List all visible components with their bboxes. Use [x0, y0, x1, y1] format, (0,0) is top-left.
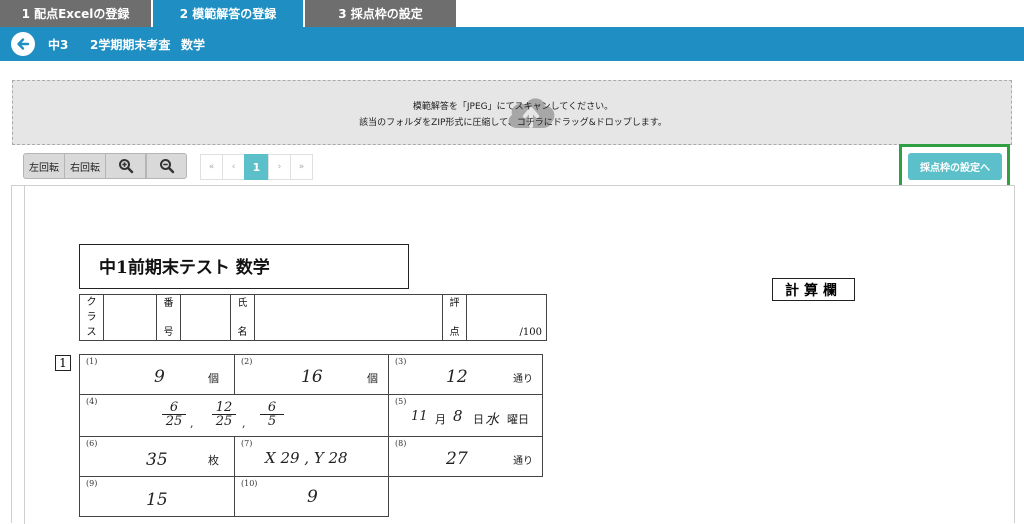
- answer-cell-3-number: (3): [395, 357, 407, 366]
- answer-5-weekday: 水: [485, 412, 499, 428]
- step-tab-model-answer[interactable]: 2 模範解答の登録: [153, 0, 303, 27]
- arrow-left-icon: [17, 38, 30, 50]
- zoom-out-icon: [159, 159, 174, 174]
- answer-4-fraction-1: 6 25: [162, 401, 186, 428]
- answer-cell-6-number: (6): [86, 439, 98, 448]
- answer-cell-9: (9) 15: [79, 476, 235, 517]
- answer-cell-5-number: (5): [395, 397, 407, 406]
- back-button[interactable]: [11, 32, 35, 56]
- name-label: 氏名: [230, 294, 255, 341]
- answer-cell-8: (8) 27 通り: [388, 436, 543, 477]
- student-info-table: クラス 番号 氏名 評点 /100: [79, 294, 547, 341]
- zoom-in-icon: [118, 159, 133, 174]
- file-drop-zone[interactable]: 模範解答を「JPEG」にてスキャンしてください。 該当のフォルダをZIP形式に圧…: [12, 80, 1012, 145]
- answer-5-month-unit: 月: [435, 413, 446, 426]
- answer-10-value: 9: [307, 487, 318, 507]
- answer-cell-6: (6) 35 枚: [79, 436, 235, 477]
- answer-6-value: 35: [146, 450, 168, 470]
- answer-cell-9-number: (9): [86, 479, 98, 488]
- name-field: [254, 294, 443, 341]
- header-grade: 中3: [48, 38, 69, 52]
- answer-5-day: 8: [453, 407, 463, 425]
- rotate-right-button[interactable]: 右回転: [64, 153, 106, 179]
- viewer-margin-line: [24, 186, 25, 524]
- answer-1-unit: 個: [208, 372, 219, 385]
- answer-cell-7-number: (7): [241, 439, 253, 448]
- answer-cell-10-number: (10): [241, 479, 258, 488]
- answer-cell-5: (5) 11 月 8 日 水 曜日: [388, 394, 543, 437]
- answer-4-separator-1: ,: [190, 417, 194, 430]
- answer-2-unit: 個: [367, 372, 378, 385]
- answer-9-value: 15: [146, 490, 168, 510]
- page-first-button[interactable]: «: [200, 154, 223, 180]
- answer-8-value: 27: [446, 449, 468, 469]
- answer-6-unit: 枚: [208, 454, 219, 467]
- header-bar: 中3 2学期期末考査 数学: [0, 27, 1024, 61]
- step-tab-excel[interactable]: 1 配点Excelの登録: [0, 0, 151, 27]
- score-max: /100: [519, 327, 542, 338]
- zoom-in-button[interactable]: [105, 153, 146, 179]
- calculation-area-label: 計算欄: [772, 278, 855, 301]
- answer-7-value: X 29 , Y 28: [265, 449, 348, 467]
- number-field: [180, 294, 231, 341]
- answer-3-value: 12: [446, 367, 468, 387]
- answer-4-separator-2: ,: [242, 417, 246, 430]
- answer-cell-7: (7) X 29 , Y 28: [234, 436, 389, 477]
- score-field: /100: [466, 294, 547, 341]
- answer-5-weekday-unit: 曜日: [507, 413, 529, 426]
- answer-cell-10: (10) 9: [234, 476, 389, 517]
- class-field: [103, 294, 157, 341]
- sheet-title-box: 中1前期末テスト 数学: [79, 244, 409, 289]
- header-exam-name: 2学期期末考査: [90, 38, 171, 52]
- answer-5-day-unit: 日: [473, 413, 484, 426]
- answer-4-fraction-3: 65: [260, 401, 284, 428]
- answer-4-fraction-2: 12 25: [212, 401, 236, 428]
- page-next-button[interactable]: ›: [268, 154, 291, 180]
- pagination: « ‹ 1 › »: [200, 154, 313, 180]
- page-current[interactable]: 1: [244, 154, 269, 180]
- score-label: 評点: [442, 294, 467, 341]
- number-label: 番号: [156, 294, 181, 341]
- answer-cell-8-number: (8): [395, 439, 407, 448]
- step-tab-scoring-frame[interactable]: 3 採点枠の設定: [305, 0, 456, 27]
- answer-5-month: 11: [411, 409, 428, 424]
- sheet-title: 中1前期末テスト 数学: [99, 258, 270, 278]
- page-last-button[interactable]: »: [290, 154, 313, 180]
- answer-cell-2: (2) 16 個: [234, 354, 389, 395]
- answer-cell-4-number: (4): [86, 397, 98, 406]
- class-label: クラス: [79, 294, 104, 341]
- question-number-box: 1: [55, 355, 71, 371]
- answer-cell-4: (4) 6 25 , 12 25 , 65: [79, 394, 389, 437]
- drop-instruction-2: 該当のフォルダをZIP形式に圧縮して、コチラにドラッグ&ドロップします。: [359, 118, 667, 128]
- header-subject: 数学: [181, 38, 206, 52]
- page-prev-button[interactable]: ‹: [222, 154, 245, 180]
- answer-cell-1-number: (1): [86, 357, 98, 366]
- answer-cell-1: (1) 9 個: [79, 354, 235, 395]
- zoom-out-button[interactable]: [146, 153, 187, 179]
- answer-1-value: 9: [154, 367, 165, 387]
- answer-cell-3: (3) 12 通り: [388, 354, 543, 395]
- step-tabs: 1 配点Excelの登録 2 模範解答の登録 3 採点枠の設定: [0, 0, 1024, 27]
- go-to-scoring-frame-button[interactable]: 採点枠の設定へ: [908, 153, 1002, 180]
- answer-2-value: 16: [301, 367, 323, 387]
- answer-8-unit: 通り: [513, 456, 533, 467]
- drop-instruction-1: 模範解答を「JPEG」にてスキャンしてください。: [412, 102, 614, 112]
- answer-3-unit: 通り: [513, 374, 533, 385]
- answer-cell-2-number: (2): [241, 357, 253, 366]
- rotate-left-button[interactable]: 左回転: [23, 153, 65, 179]
